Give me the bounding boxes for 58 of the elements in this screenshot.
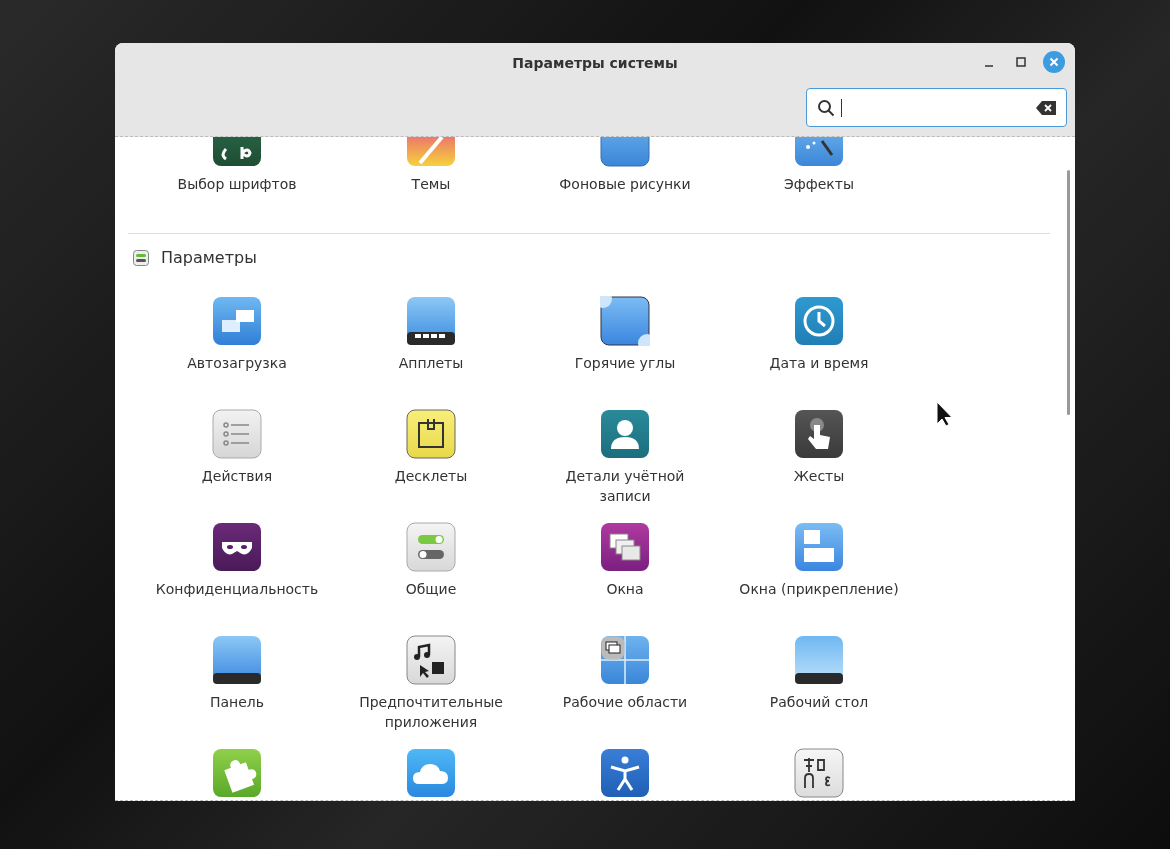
settings-item[interactable]: Десклеты — [347, 409, 515, 506]
puzzle-icon — [212, 748, 262, 798]
close-icon — [1049, 57, 1059, 67]
settings-item[interactable]: Выбор шрифтов — [153, 137, 321, 214]
toggle-switches-icon — [406, 522, 456, 572]
windows-stack-icon — [212, 296, 262, 346]
clock-icon — [794, 296, 844, 346]
settings-item[interactable]: Предпочтительные приложения — [347, 635, 515, 732]
settings-item[interactable]: Окна — [541, 522, 709, 619]
language-icon — [794, 748, 844, 798]
settings-item[interactable]: Апплеты — [347, 296, 515, 393]
settings-item[interactable]: Жесты — [735, 409, 903, 506]
magic-wand-icon — [794, 137, 844, 167]
settings-item[interactable]: Эффекты — [735, 137, 903, 214]
window-title: Параметры системы — [512, 54, 678, 73]
settings-item[interactable]: Действия — [153, 409, 321, 506]
search-icon — [817, 98, 835, 117]
settings-item[interactable]: Панель — [153, 635, 321, 732]
settings-item[interactable]: Горячие углы — [541, 296, 709, 393]
settings-item[interactable]: Фоновые рисунки — [541, 137, 709, 214]
settings-item[interactable]: Темы — [347, 137, 515, 214]
workspaces-icon — [600, 635, 650, 685]
font-icon — [212, 137, 262, 167]
settings-item[interactable]: Общие — [347, 522, 515, 619]
sticky-note-icon — [406, 409, 456, 459]
palette-brush-icon — [406, 137, 456, 167]
settings-item[interactable]: Дата и время — [735, 296, 903, 393]
settings-item[interactable]: Рабочие области — [541, 635, 709, 732]
settings-item[interactable] — [794, 748, 844, 798]
hand-pointer-icon — [794, 409, 844, 459]
settings-item[interactable]: Автозагрузка — [153, 296, 321, 393]
panel-icon — [212, 635, 262, 685]
accessibility-icon — [600, 748, 650, 798]
windows-icon — [600, 522, 650, 572]
settings-item[interactable]: Рабочий стол — [735, 635, 903, 732]
text-cursor — [841, 98, 842, 117]
clear-icon[interactable] — [1036, 100, 1056, 115]
settings-item[interactable]: Конфиденциальность — [153, 522, 321, 619]
settings-item[interactable] — [600, 748, 650, 798]
settings-item[interactable]: Детали учётной записи — [541, 409, 709, 506]
panel-applets-icon — [406, 296, 456, 346]
scrollbar-thumb[interactable] — [1067, 170, 1070, 415]
maximize-icon — [1016, 57, 1026, 67]
toggles-icon — [133, 250, 149, 266]
hot-corners-icon — [600, 296, 650, 346]
settings-item[interactable]: Окна (прикрепление) — [735, 522, 903, 619]
close-button[interactable] — [1043, 51, 1065, 73]
cloud-icon — [406, 748, 456, 798]
mask-icon — [212, 522, 262, 572]
tiled-windows-icon — [794, 522, 844, 572]
user-icon — [600, 409, 650, 459]
media-apps-icon — [406, 635, 456, 685]
minimize-icon — [984, 64, 994, 67]
section-title: Параметры — [161, 248, 257, 268]
picture-icon — [600, 137, 650, 167]
list-icon — [212, 409, 262, 459]
search-field[interactable] — [806, 88, 1067, 127]
desktop-icon — [794, 635, 844, 685]
